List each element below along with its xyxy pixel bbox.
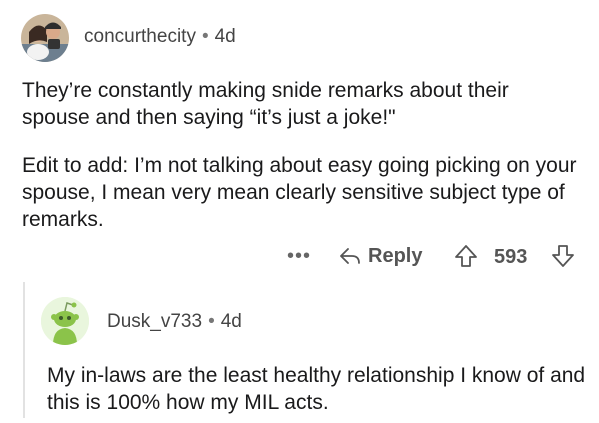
comment-meta: Dusk_v733 • 4d [107, 311, 242, 333]
comment-body-paragraph: Edit to add: I’m not talking about easy … [22, 154, 577, 231]
upvote-arrow-icon [455, 245, 477, 267]
comment-meta: concurthecity • 4d [84, 26, 236, 48]
username[interactable]: Dusk_v733 [107, 311, 202, 332]
avatar-photo-icon [21, 14, 69, 62]
comment-body-paragraph: My in-laws are the least healthy relatio… [47, 364, 586, 414]
comment-age: 4d [220, 311, 242, 332]
snoo-avatar-icon [41, 297, 89, 345]
comment-body-paragraph: They’re constantly making snide remarks … [22, 79, 509, 129]
reply-label: Reply [368, 244, 423, 267]
comment-age: 4d [214, 26, 236, 47]
user-avatar[interactable] [21, 14, 69, 62]
user-avatar[interactable] [41, 297, 89, 345]
vote-score: 593 [494, 246, 528, 268]
reply-button[interactable]: Reply [338, 242, 422, 270]
reply-arrow-icon [340, 248, 360, 264]
upvote-button[interactable] [453, 242, 479, 270]
downvote-button[interactable] [550, 242, 576, 270]
username[interactable]: concurthecity [84, 26, 196, 47]
meta-separator: • [201, 26, 209, 47]
meta-separator: • [208, 311, 215, 332]
downvote-arrow-icon [552, 245, 574, 267]
more-dots-icon[interactable]: ••• [287, 245, 311, 268]
thread-line[interactable] [23, 282, 25, 418]
comment-actions: ••• Reply 593 [0, 238, 599, 274]
